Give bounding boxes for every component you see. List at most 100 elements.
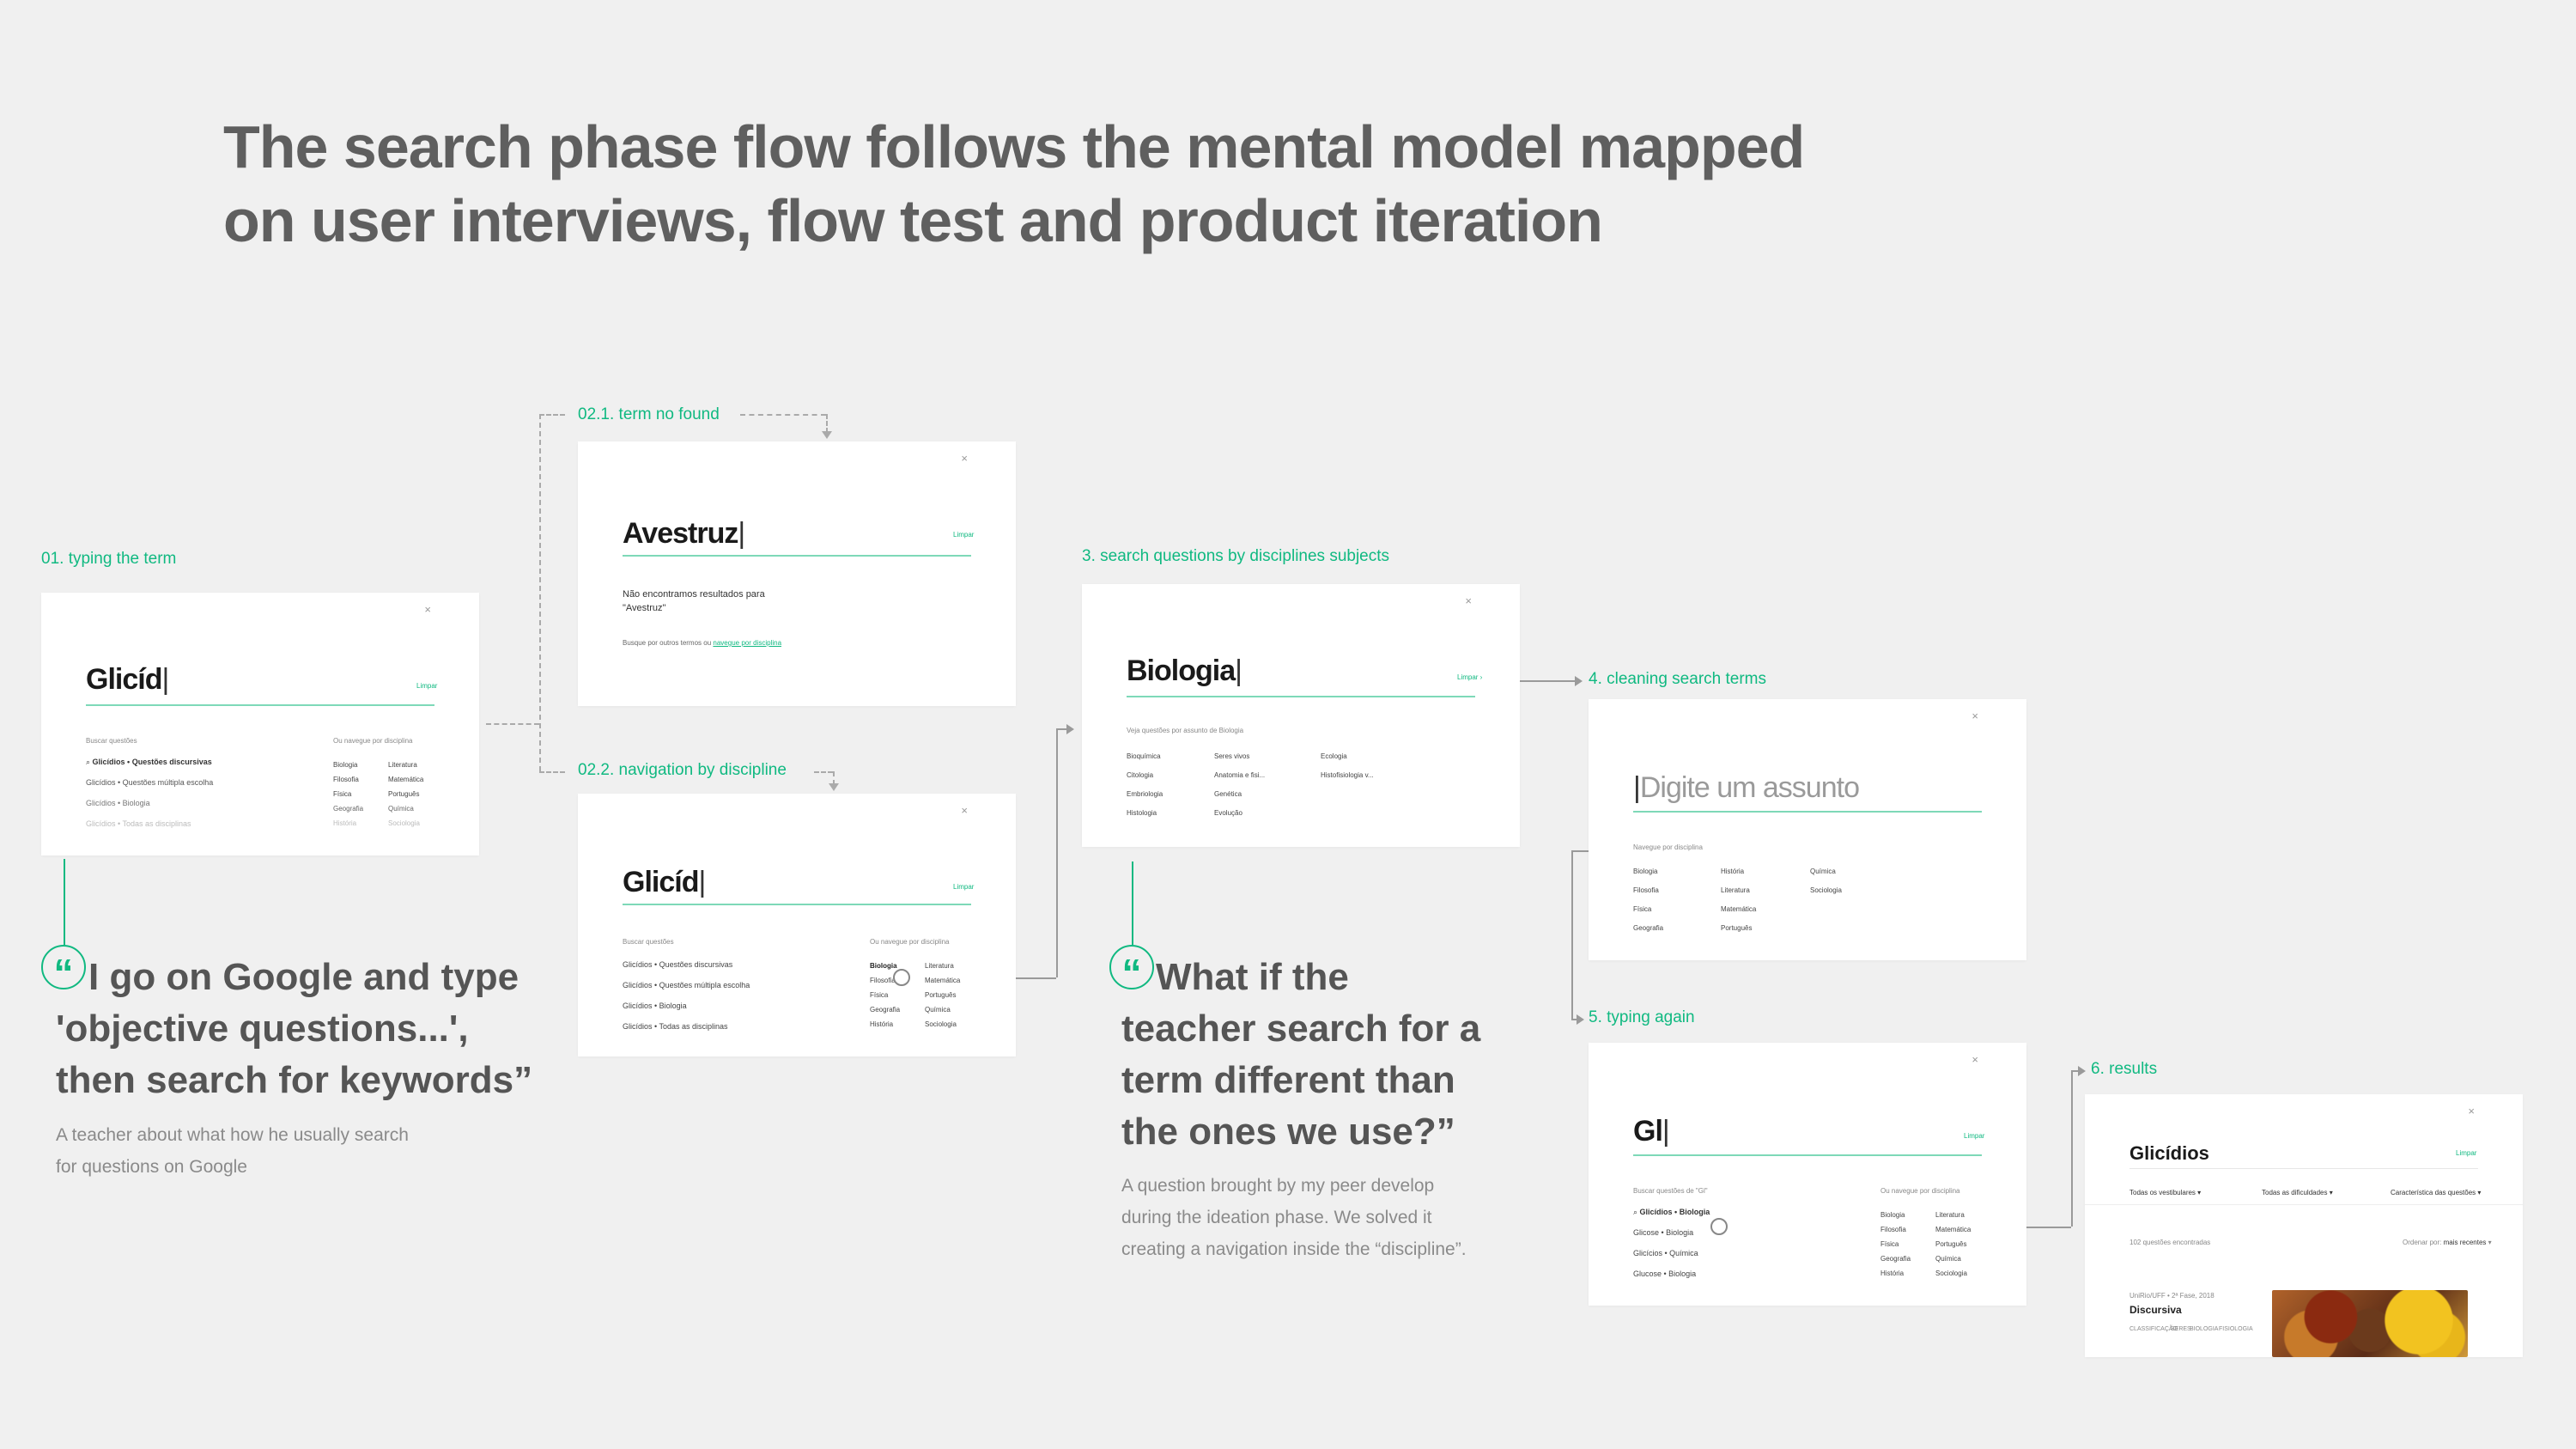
discipline-link[interactable]: Biologia xyxy=(333,761,357,769)
clear-button[interactable]: Limpar xyxy=(953,883,974,891)
suggestion-item[interactable]: Glicídios • Questões múltipla escolha xyxy=(623,981,750,989)
discipline-link[interactable]: Física xyxy=(333,790,351,798)
search-input[interactable]: Glicíd| xyxy=(623,866,706,899)
clear-button[interactable]: Limpar xyxy=(416,682,437,690)
navigate-discipline-link[interactable]: navegue por disciplina xyxy=(713,639,781,647)
search-input[interactable]: Biologia| xyxy=(1127,654,1242,688)
search-input[interactable]: Glicíd| xyxy=(86,663,169,697)
arrow-right-icon xyxy=(1575,676,1583,686)
suggestion-item[interactable]: Glicídios • Biologia xyxy=(86,799,150,807)
discipline-link[interactable]: Química xyxy=(1810,868,1836,875)
discipline-link[interactable]: Geografia xyxy=(1633,924,1663,932)
arrow-right-icon xyxy=(1066,724,1074,734)
suggestion-item[interactable]: Glicícios • Química xyxy=(1633,1249,1698,1257)
step-label-3: 3. search questions by disciplines subje… xyxy=(1082,547,1390,565)
discipline-link[interactable]: Filosofia xyxy=(1633,886,1659,894)
search-underline xyxy=(86,704,434,706)
discipline-link[interactable]: Geografia xyxy=(870,1006,900,1014)
discipline-link[interactable]: História xyxy=(870,1020,893,1028)
discipline-link[interactable]: Português xyxy=(1935,1240,1966,1248)
clear-button[interactable]: Limpar xyxy=(953,531,974,539)
subject-link[interactable]: Bioquímica xyxy=(1127,752,1161,760)
search-input[interactable]: Avestruz| xyxy=(623,517,745,551)
subject-link[interactable]: Citologia xyxy=(1127,771,1153,779)
close-icon[interactable]: × xyxy=(1465,594,1472,607)
subject-link[interactable]: Seres vivos xyxy=(1214,752,1249,760)
suggestion-item[interactable]: Glucose • Biologia xyxy=(1633,1269,1696,1278)
discipline-link[interactable]: Português xyxy=(388,790,419,798)
subject-link[interactable]: Histologia xyxy=(1127,809,1157,817)
discipline-link[interactable]: Física xyxy=(1880,1240,1899,1248)
subject-link[interactable]: Ecologia xyxy=(1321,752,1347,760)
discipline-link[interactable]: Química xyxy=(1935,1255,1961,1263)
subject-link[interactable]: Anatomia e fisi... xyxy=(1214,771,1265,779)
subject-link[interactable]: Histofisiologia v... xyxy=(1321,771,1374,779)
discipline-link[interactable]: Geografia xyxy=(1880,1255,1911,1263)
close-icon[interactable]: × xyxy=(961,452,968,465)
discipline-link[interactable]: Química xyxy=(388,805,414,813)
close-icon[interactable]: × xyxy=(1971,709,1978,722)
filter-difficulty[interactable]: Todas as dificuldades ▾ xyxy=(2262,1189,2333,1196)
suggestion-item[interactable]: Glicídios • Questões múltipla escolha xyxy=(86,778,213,787)
suggestion-item[interactable]: ⌕ Glicídios • Biologia xyxy=(1633,1208,1710,1217)
connector xyxy=(2071,1070,2073,1227)
suggestion-item[interactable]: Glicídios • Biologia xyxy=(623,1002,687,1010)
filter-exams[interactable]: Todas os vestibulares ▾ xyxy=(2129,1189,2201,1196)
discipline-link[interactable]: Sociologia xyxy=(1935,1269,1967,1277)
clear-button[interactable]: Limpar xyxy=(1964,1132,1984,1140)
discipline-link[interactable]: Literatura xyxy=(1935,1211,1965,1219)
close-icon[interactable]: × xyxy=(961,804,968,817)
discipline-link[interactable]: Matemática xyxy=(1721,905,1756,913)
discipline-header: Ou navegue por disciplina xyxy=(1880,1187,1960,1195)
sort-control[interactable]: Ordenar por: mais recentes ▾ xyxy=(2403,1239,2492,1246)
discipline-link[interactable]: Filosofia xyxy=(1880,1226,1906,1233)
suggestion-item[interactable]: Glicídios • Questões discursivas xyxy=(623,960,732,969)
discipline-link[interactable]: História xyxy=(333,819,356,827)
discipline-link[interactable]: Biologia xyxy=(1633,868,1657,875)
discipline-link[interactable]: Português xyxy=(925,991,956,999)
quote-caption: A teacher about what how he usually sear… xyxy=(56,1119,571,1183)
discipline-link[interactable]: História xyxy=(1721,868,1744,875)
discipline-link[interactable]: Matemática xyxy=(388,776,423,783)
discipline-link[interactable]: História xyxy=(1880,1269,1904,1277)
search-underline xyxy=(1127,696,1475,697)
close-icon[interactable]: × xyxy=(1971,1053,1978,1066)
no-result-hint: Busque por outros termos ou navegue por … xyxy=(623,639,782,647)
discipline-link[interactable]: Biologia xyxy=(1880,1211,1905,1219)
suggestion-item[interactable]: Glicídios • Todas as disciplinas xyxy=(86,819,191,828)
discipline-link[interactable]: Literatura xyxy=(1721,886,1750,894)
no-result-message: Não encontramos resultados para xyxy=(623,589,765,600)
suggestion-item[interactable]: Glicídios • Todas as disciplinas xyxy=(623,1022,728,1031)
discipline-link[interactable]: Filosofia xyxy=(333,776,359,783)
suggestion-item[interactable]: ⌕ Glicídios • Questões discursivas xyxy=(86,758,212,767)
caption-line: during the ideation phase. We solved it xyxy=(1121,1208,1432,1227)
subject-link[interactable]: Evolução xyxy=(1214,809,1242,817)
clear-button[interactable]: Limpar xyxy=(2456,1149,2476,1157)
discipline-link[interactable]: Sociologia xyxy=(1810,886,1842,894)
search-underline xyxy=(623,904,971,905)
discipline-link[interactable]: Filosofia xyxy=(870,977,896,984)
suggestion-item[interactable]: Glicose • Biologia xyxy=(1633,1228,1693,1237)
search-input[interactable]: |Digite um assunto xyxy=(1633,771,1860,805)
discipline-link[interactable]: Sociologia xyxy=(388,819,420,827)
filter-characteristics[interactable]: Característica das questões ▾ xyxy=(2391,1189,2481,1196)
close-icon[interactable]: × xyxy=(424,603,431,616)
subject-link[interactable]: Embriologia xyxy=(1127,790,1163,798)
discipline-link[interactable]: Física xyxy=(1633,905,1651,913)
discipline-link[interactable]: Física xyxy=(870,991,888,999)
discipline-link[interactable]: Literatura xyxy=(925,962,954,970)
discipline-link[interactable]: Sociologia xyxy=(925,1020,957,1028)
discipline-link[interactable]: Matemática xyxy=(925,977,960,984)
discipline-link[interactable]: Português xyxy=(1721,924,1752,932)
discipline-link[interactable]: Literatura xyxy=(388,761,417,769)
close-icon[interactable]: × xyxy=(2468,1105,2475,1117)
discipline-link[interactable]: Matemática xyxy=(1935,1226,1971,1233)
connector xyxy=(1571,850,1573,1019)
caption-line: creating a navigation inside the “discip… xyxy=(1121,1239,1467,1259)
discipline-link[interactable]: Geografia xyxy=(333,805,363,813)
discipline-link[interactable]: Química xyxy=(925,1006,951,1014)
discipline-link[interactable]: Biologia xyxy=(870,962,897,970)
subject-link[interactable]: Genética xyxy=(1214,790,1242,798)
search-input[interactable]: Gl| xyxy=(1633,1115,1670,1148)
clear-button[interactable]: Limpar › xyxy=(1457,673,1482,681)
